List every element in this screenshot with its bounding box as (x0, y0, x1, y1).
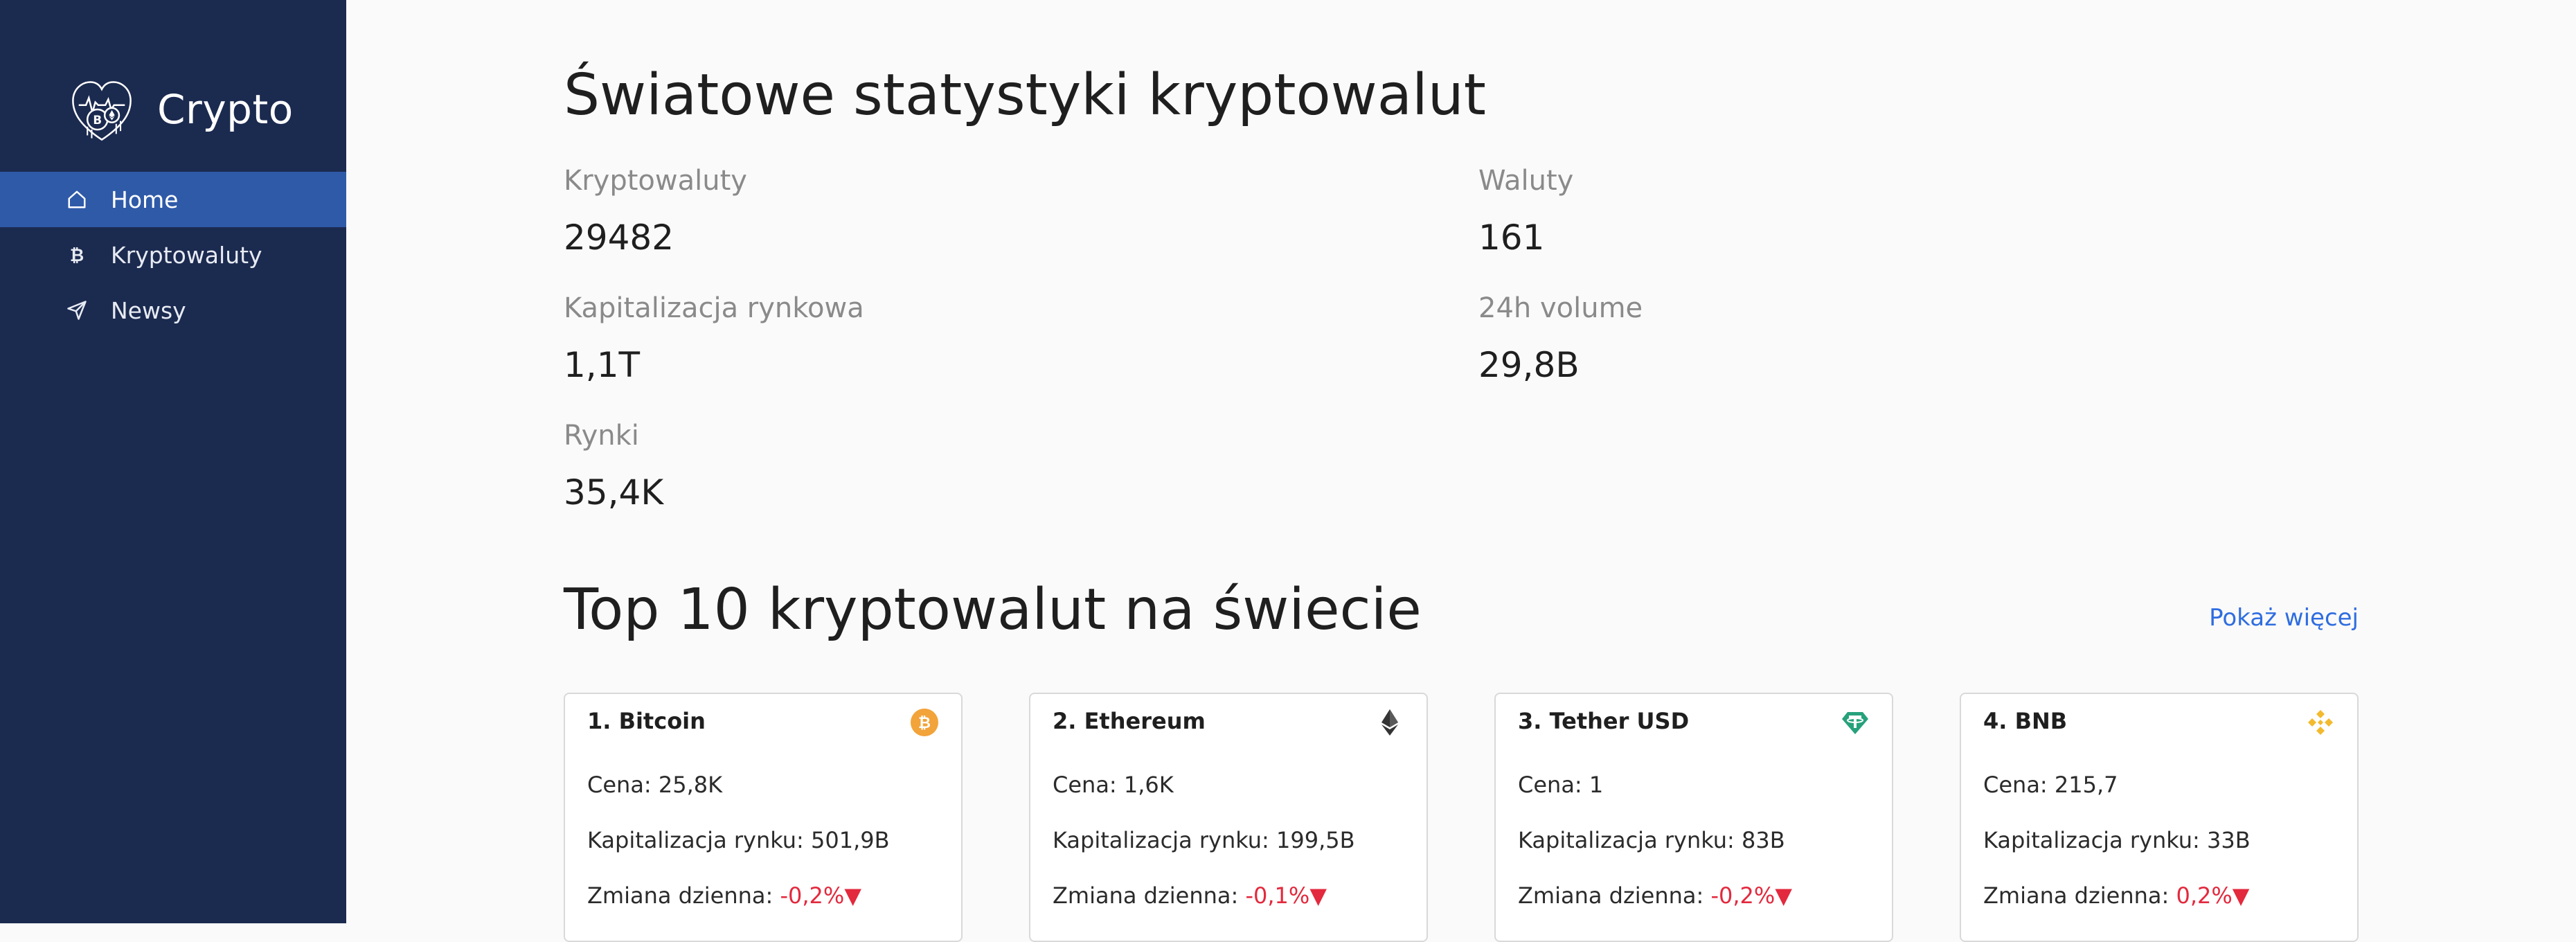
card-market-cap: Kapitalizacja rynku: 501,9B (587, 827, 890, 853)
sidebar: B Crypto Home ₿ Kryptowaluty Newsy (0, 0, 346, 923)
change-value: -0,2% (1710, 882, 1776, 909)
stat-market-cap: Kapitalizacja rynkowa 1,1T (564, 292, 864, 385)
sidebar-item-label: Newsy (111, 296, 186, 324)
sidebar-item-label: Kryptowaluty (111, 241, 262, 269)
sidebar-item-kryptowaluty[interactable]: ₿ Kryptowaluty (0, 227, 346, 283)
crypto-card-bnb[interactable]: 4. BNB Cena: 215,7 Kapitalizacja rynku: … (1960, 693, 2359, 942)
send-icon (65, 299, 89, 322)
home-icon (65, 188, 89, 211)
card-market-cap: Kapitalizacja rynku: 199,5B (1053, 827, 1355, 853)
sidebar-nav: Home ₿ Kryptowaluty Newsy (0, 172, 346, 338)
brand-name: Crypto (157, 86, 294, 133)
arrow-down-icon: ▼ (1775, 882, 1792, 909)
card-title: 2. Ethereum (1053, 708, 1206, 734)
change-label: Zmiana dzienna: (1518, 882, 1711, 909)
card-daily-change: Zmiana dzienna: -0,1%▼ (1053, 882, 1327, 909)
arrow-down-icon: ▼ (1309, 882, 1327, 909)
section-title: Top 10 kryptowalut na świecie (564, 577, 1422, 643)
page-title: Światowe statystyki kryptowalut (564, 62, 1486, 128)
stat-value: 29,8B (1478, 345, 1580, 385)
card-title: 3. Tether USD (1518, 708, 1690, 734)
stat-label: Waluty (1478, 165, 1574, 197)
show-more-link[interactable]: Pokaż więcej (2209, 604, 2359, 632)
bitcoin-icon: ₿ (65, 243, 89, 267)
bnb-icon (2308, 710, 2333, 735)
svg-text:₿: ₿ (918, 715, 931, 732)
card-title: 1. Bitcoin (587, 708, 706, 734)
card-market-cap: Kapitalizacja rynku: 33B (1983, 827, 2251, 853)
brand[interactable]: B Crypto (66, 71, 294, 148)
bitcoin-coin-icon: ₿ (911, 709, 938, 736)
change-value: -0,1% (1245, 882, 1310, 909)
card-price: Cena: 1,6K (1053, 772, 1174, 798)
crypto-card-ethereum[interactable]: 2. Ethereum Cena: 1,6K Kapitalizacja ryn… (1029, 693, 1428, 942)
stat-value: 35,4K (564, 472, 664, 513)
card-title: 4. BNB (1983, 708, 2068, 734)
stat-label: Kapitalizacja rynkowa (564, 292, 864, 324)
card-price: Cena: 215,7 (1983, 772, 2118, 798)
arrow-down-icon: ▼ (844, 882, 861, 909)
stat-label: Kryptowaluty (564, 165, 747, 197)
card-daily-change: Zmiana dzienna: -0,2%▼ (587, 882, 861, 909)
crypto-logo-icon: B (72, 81, 132, 141)
card-daily-change: Zmiana dzienna: -0,2%▼ (1518, 882, 1792, 909)
arrow-down-icon: ▼ (2232, 882, 2250, 909)
change-label: Zmiana dzienna: (587, 882, 780, 909)
sidebar-item-newsy[interactable]: Newsy (0, 283, 346, 338)
stat-currencies: Waluty 161 (1478, 165, 1573, 258)
stat-cryptos: Kryptowaluty 29482 (564, 165, 747, 258)
tether-icon (1842, 712, 1868, 734)
sidebar-item-home[interactable]: Home (0, 172, 346, 227)
stat-volume: 24h volume 29,8B (1478, 292, 1643, 385)
crypto-card-tether[interactable]: 3. Tether USD Cena: 1 Kapitalizacja rynk… (1494, 693, 1893, 942)
card-price: Cena: 25,8K (587, 772, 723, 798)
crypto-card-bitcoin[interactable]: 1. Bitcoin ₿ Cena: 25,8K Kapitalizacja r… (564, 693, 963, 942)
svg-text:B: B (93, 114, 102, 127)
change-value: 0,2% (2176, 882, 2233, 909)
sidebar-item-label: Home (111, 186, 179, 213)
stat-label: 24h volume (1478, 292, 1643, 324)
stat-value: 29482 (564, 217, 674, 258)
card-price: Cena: 1 (1518, 772, 1604, 798)
stat-markets: Rynki 35,4K (564, 420, 663, 513)
card-market-cap: Kapitalizacja rynku: 83B (1518, 827, 1785, 853)
ethereum-icon (1381, 709, 1398, 736)
stat-label: Rynki (564, 420, 639, 452)
stat-value: 161 (1478, 217, 1545, 258)
stat-value: 1,1T (564, 345, 641, 385)
svg-text:₿: ₿ (70, 245, 84, 265)
change-value: -0,2% (780, 882, 845, 909)
change-label: Zmiana dzienna: (1053, 882, 1246, 909)
card-daily-change: Zmiana dzienna: 0,2%▼ (1983, 882, 2249, 909)
change-label: Zmiana dzienna: (1983, 882, 2176, 909)
